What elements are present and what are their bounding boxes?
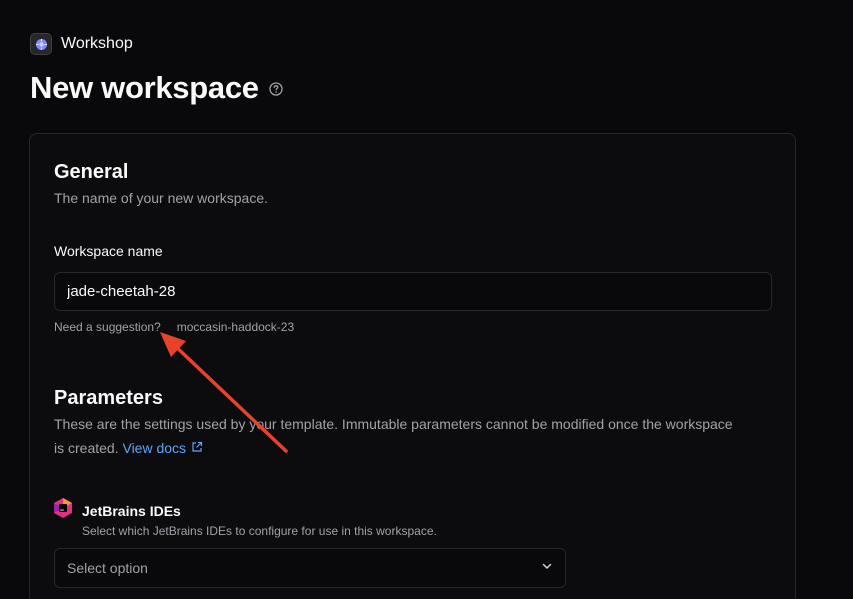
general-section-description: The name of your new workspace. <box>54 190 268 206</box>
parameter-description: Select which JetBrains IDEs to configure… <box>82 524 437 538</box>
suggestion-prompt: Need a suggestion? <box>54 320 161 334</box>
jetbrains-icon <box>54 498 72 523</box>
jetbrains-ides-select[interactable]: Select option <box>54 548 566 588</box>
external-link-icon <box>191 436 203 460</box>
view-docs-label: View docs <box>122 440 187 456</box>
workspace-name-input[interactable] <box>54 272 772 311</box>
title-row: New workspace <box>30 70 283 106</box>
app-name: Workshop <box>61 35 133 52</box>
name-suggestion: Need a suggestion? moccasin-haddock-23 <box>54 320 294 334</box>
parameter-jetbrains-header: JetBrains IDEs <box>54 498 181 523</box>
parameters-section-description: These are the settings used by your temp… <box>54 412 784 460</box>
parameters-description-line2: is created. <box>54 440 119 456</box>
parameters-description-line2-row: is created. View docs <box>54 436 784 460</box>
page-title: New workspace <box>30 70 259 105</box>
parameters-description-line1: These are the settings used by your temp… <box>54 416 733 432</box>
select-placeholder: Select option <box>67 560 148 576</box>
general-section-title: General <box>54 161 129 183</box>
help-circle-icon[interactable] <box>269 82 283 96</box>
app-header: Workshop <box>30 33 133 55</box>
chevron-down-icon <box>541 559 553 577</box>
parameter-title: JetBrains IDEs <box>82 502 181 519</box>
suggested-name-link[interactable]: moccasin-haddock-23 <box>177 320 294 334</box>
coder-logo-icon <box>30 33 52 55</box>
workspace-name-label: Workspace name <box>54 243 163 259</box>
view-docs-link[interactable]: View docs <box>122 436 203 460</box>
page: Workshop New workspace General The name … <box>0 0 853 599</box>
parameters-section-title: Parameters <box>54 387 163 409</box>
